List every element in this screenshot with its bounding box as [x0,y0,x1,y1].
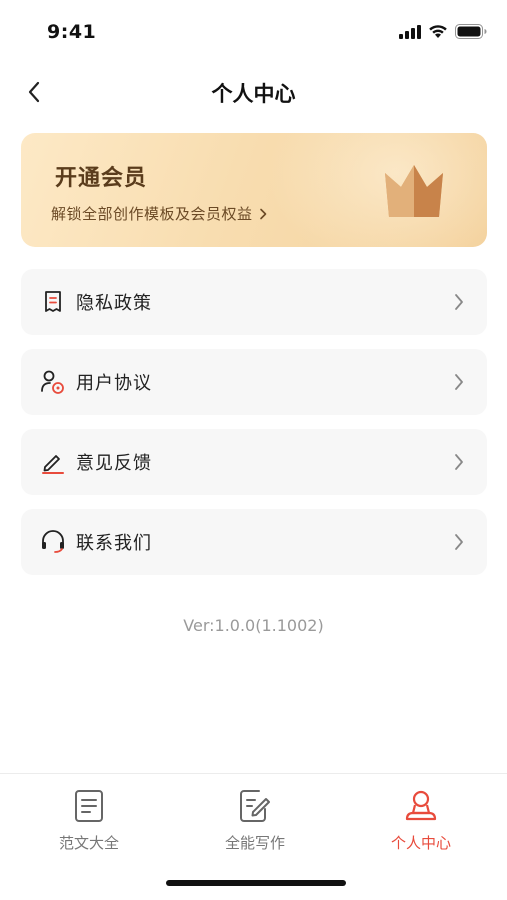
vip-subtitle-row: 解锁全部创作模板及会员权益 [51,203,267,224]
status-time: 9:41 [47,21,97,43]
menu-label: 隐私政策 [76,293,152,314]
write-icon [237,788,273,824]
battery-icon [455,24,487,39]
chevron-right-icon [259,208,266,219]
menu-item-feedback[interactable]: 意见反馈 [21,429,487,495]
tab-profile[interactable]: 个人中心 [361,788,481,858]
vip-banner[interactable]: 开通会员 解锁全部创作模板及会员权益 [21,133,487,247]
document-icon [40,289,66,315]
vip-subtitle: 解锁全部创作模板及会员权益 [51,205,253,223]
nav-bar: 个人中心 [0,66,507,118]
menu-item-user-agreement[interactable]: 用户协议 [21,349,487,415]
chevron-right-icon [449,531,469,553]
wifi-icon [429,25,447,38]
status-icons [399,24,487,39]
user-agreement-icon [40,369,66,395]
menu-item-contact-us[interactable]: 联系我们 [21,509,487,575]
menu-label: 意见反馈 [76,453,152,474]
profile-icon [403,788,439,824]
tab-writing[interactable]: 全能写作 [195,788,315,858]
tab-sample-essays[interactable]: 范文大全 [29,788,149,858]
edit-icon [40,449,66,475]
chevron-right-icon [449,451,469,473]
tab-label: 全能写作 [224,834,285,852]
tab-label: 个人中心 [390,834,451,852]
tab-label: 范文大全 [58,834,119,852]
version-text: Ver:1.0.0(1.1002) [183,616,324,635]
headset-icon [40,529,66,555]
vip-title: 开通会员 [55,166,148,191]
vip-sheen [267,133,487,247]
menu-item-privacy-policy[interactable]: 隐私政策 [21,269,487,335]
menu-label: 联系我们 [76,533,152,554]
signal-icon [399,24,421,39]
document-list-icon [71,788,107,824]
page-title: 个人中心 [211,82,296,106]
status-bar: 9:41 [0,0,507,62]
crown-icon [385,165,443,217]
chevron-right-icon [449,371,469,393]
menu-label: 用户协议 [76,373,152,394]
home-indicator [166,880,346,886]
chevron-right-icon [449,291,469,313]
